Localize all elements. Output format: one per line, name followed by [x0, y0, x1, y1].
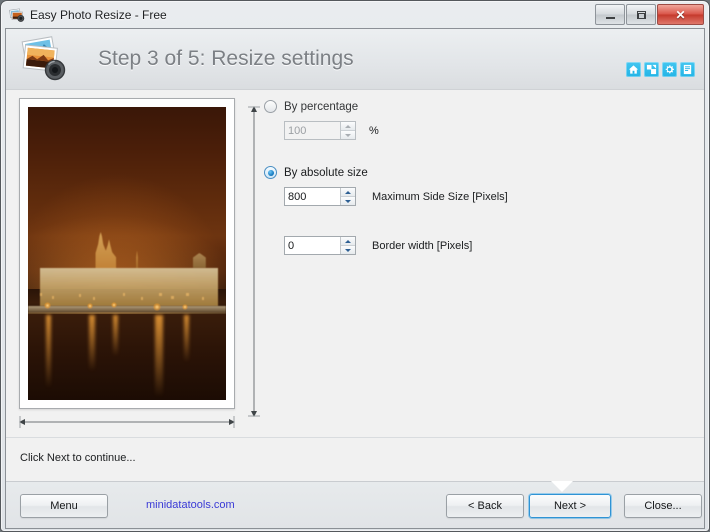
next-button[interactable]: Next > — [529, 494, 611, 518]
page-title: Step 3 of 5: Resize settings — [98, 47, 354, 70]
percentage-spinner-buttons[interactable] — [340, 122, 355, 139]
resize-icon[interactable] — [644, 62, 659, 77]
max-side-size-spinner-up[interactable] — [341, 188, 355, 197]
by-percentage-option[interactable]: By percentage — [264, 100, 694, 113]
height-dimension-arrow — [248, 106, 260, 417]
by-percentage-label: By percentage — [284, 100, 359, 113]
header-toolbar — [626, 62, 695, 77]
status-bar: Click Next to continue... — [6, 437, 704, 482]
percentage-spinner-down[interactable] — [341, 131, 355, 139]
percentage-spinner[interactable] — [284, 121, 356, 140]
client-area: Step 3 of 5: Resize settings By percenta… — [5, 28, 705, 529]
resize-settings-form: By percentage % By absolute size — [264, 94, 694, 255]
home-icon[interactable] — [626, 62, 641, 77]
max-side-size-spinner-down[interactable] — [341, 197, 355, 205]
window-controls: ✕ — [595, 4, 704, 25]
photo-frame — [19, 98, 235, 409]
percentage-input[interactable] — [285, 122, 340, 139]
percentage-unit-label: % — [369, 124, 379, 137]
max-side-size-spinner-buttons[interactable] — [340, 188, 355, 205]
border-width-input[interactable] — [285, 237, 340, 254]
by-percentage-radio[interactable] — [264, 100, 277, 113]
status-message: Click Next to continue... — [20, 452, 136, 464]
footer-bar: Menu minidatatools.com < Back Next > Clo… — [6, 481, 704, 528]
title-bar: Easy Photo Resize - Free ✕ — [5, 4, 705, 26]
window-title: Easy Photo Resize - Free — [30, 8, 167, 22]
border-width-spinner[interactable] — [284, 236, 356, 255]
app-icon — [9, 7, 25, 23]
border-width-spinner-buttons[interactable] — [340, 237, 355, 254]
next-pointer-chevron-icon — [551, 481, 573, 492]
application-window: Easy Photo Resize - Free ✕ Step 3 of 5: … — [0, 0, 710, 532]
website-link[interactable]: minidatatools.com — [146, 499, 235, 511]
menu-button[interactable]: Menu — [20, 494, 108, 518]
gear-icon[interactable] — [662, 62, 677, 77]
max-side-size-spinner[interactable] — [284, 187, 356, 206]
percentage-spinner-up[interactable] — [341, 122, 355, 131]
maximize-button[interactable] — [626, 4, 656, 25]
wizard-header: Step 3 of 5: Resize settings — [6, 29, 704, 90]
photo-magnifier-logo-icon — [18, 35, 70, 83]
border-width-spinner-up[interactable] — [341, 237, 355, 246]
by-absolute-size-radio[interactable] — [264, 166, 277, 179]
preview-photo — [28, 107, 226, 400]
by-absolute-size-option[interactable]: By absolute size — [264, 166, 694, 179]
back-button[interactable]: < Back — [446, 494, 524, 518]
width-dimension-arrow — [19, 415, 235, 428]
max-side-size-input[interactable] — [285, 188, 340, 205]
border-width-spinner-down[interactable] — [341, 246, 355, 254]
by-absolute-size-label: By absolute size — [284, 166, 368, 179]
settings-body: By percentage % By absolute size — [6, 90, 704, 438]
help-document-icon[interactable] — [680, 62, 695, 77]
border-width-unit-label: Border width [Pixels] — [372, 239, 473, 252]
close-dialog-button[interactable]: Close... — [624, 494, 702, 518]
close-button[interactable]: ✕ — [657, 4, 704, 25]
minimize-button[interactable] — [595, 4, 625, 25]
image-preview — [19, 98, 260, 417]
max-side-size-unit-label: Maximum Side Size [Pixels] — [372, 190, 508, 203]
